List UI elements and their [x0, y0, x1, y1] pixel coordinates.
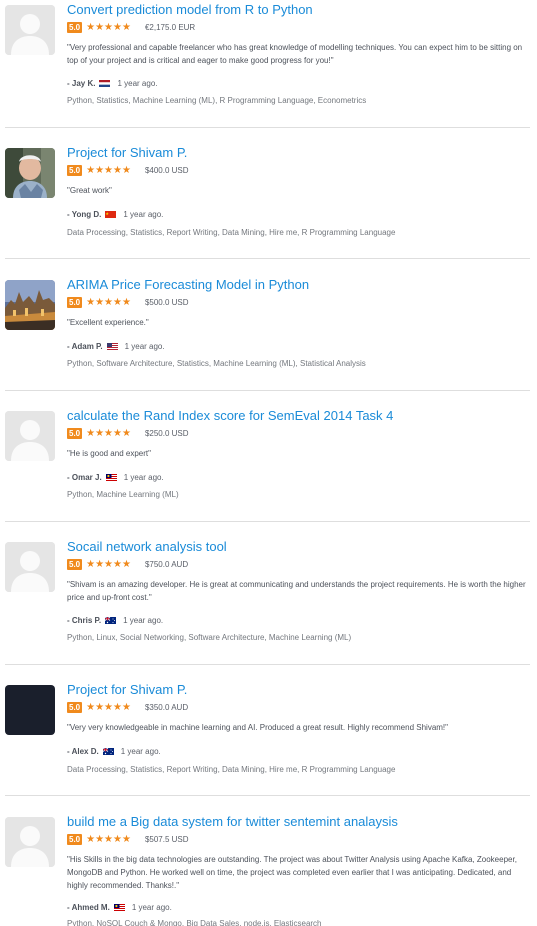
reviewer-name[interactable]: - Ahmed M.	[67, 903, 110, 912]
skills-list: Data Processing, Statistics, Report Writ…	[67, 765, 396, 774]
review-comment: "His Skills in the big data technologies…	[67, 855, 517, 890]
reviewer-name[interactable]: - Adam P.	[67, 342, 103, 351]
default-avatar-icon[interactable]	[5, 542, 55, 592]
star-rating-icon: ★★★★★	[86, 701, 131, 713]
review-item: Project for Shivam P. 5.0 ★★★★★ $350.0 A…	[0, 680, 530, 795]
reviewer-name[interactable]: - Omar J.	[67, 473, 102, 482]
review-time: 1 year ago.	[123, 615, 164, 625]
star-rating-icon: ★★★★★	[86, 164, 131, 176]
rating-badge: 5.0	[67, 21, 83, 33]
divider	[5, 127, 530, 128]
review-item: Convert prediction model from R to Pytho…	[0, 0, 530, 127]
skills-list: Python, Machine Learning (ML)	[67, 490, 179, 499]
au-flag-icon	[105, 616, 117, 624]
skills-list: Python, Statistics, Machine Learning (ML…	[67, 96, 367, 105]
reviewer-row: - Adam P. 1 year ago.	[67, 340, 165, 352]
reviewer-row: - Chris P. 1 year ago.	[67, 614, 163, 626]
reviewer-row: - Alex D. 1 year ago.	[67, 745, 161, 757]
my-flag-icon	[113, 903, 125, 911]
reviewer-name[interactable]: - Jay K.	[67, 79, 95, 88]
reviewer-row: - Omar J. 1 year ago.	[67, 471, 164, 483]
rating-row: 5.0 ★★★★★ $750.0 AUD	[67, 558, 188, 570]
divider	[5, 795, 530, 796]
project-title-link[interactable]: Convert prediction model from R to Pytho…	[67, 2, 313, 18]
default-avatar-icon[interactable]	[5, 411, 55, 461]
au-flag-icon	[102, 747, 114, 755]
reviewer-row: - Ahmed M. 1 year ago.	[67, 901, 172, 913]
rating-row: 5.0 ★★★★★ $507.5 USD	[67, 833, 189, 845]
divider	[5, 521, 530, 522]
rating-row: 5.0 ★★★★★ €2,175.0 EUR	[67, 21, 195, 33]
reviewer-photo-avatar[interactable]	[5, 685, 55, 735]
default-avatar-icon[interactable]	[5, 817, 55, 867]
project-amount: €2,175.0 EUR	[144, 22, 196, 32]
review-item: calculate the Rand Index score for SemEv…	[0, 406, 530, 521]
rating-badge: 5.0	[67, 296, 83, 308]
review-comment: "Excellent experience."	[67, 318, 149, 327]
project-amount: $507.5 USD	[144, 834, 189, 844]
skills-list: Python, NoSQL Couch & Mongo, Big Data Sa…	[67, 919, 322, 926]
reviewer-row: - Jay K. 1 year ago.	[67, 77, 158, 89]
my-flag-icon	[105, 473, 117, 481]
star-rating-icon: ★★★★★	[86, 558, 131, 570]
review-time: 1 year ago.	[123, 209, 164, 219]
project-amount: $250.0 USD	[144, 428, 189, 438]
divider	[5, 390, 530, 391]
rating-row: 5.0 ★★★★★ $250.0 USD	[67, 427, 189, 439]
review-comment: "He is good and expert"	[67, 449, 151, 458]
reviewer-name[interactable]: - Alex D.	[67, 747, 99, 756]
review-time: 1 year ago.	[117, 78, 158, 88]
project-amount: $350.0 AUD	[144, 702, 189, 712]
skills-list: Python, Software Architecture, Statistic…	[67, 359, 366, 368]
project-title-link[interactable]: ARIMA Price Forecasting Model in Python	[67, 277, 309, 293]
rating-badge: 5.0	[67, 427, 83, 439]
review-time: 1 year ago.	[123, 472, 164, 482]
divider	[5, 258, 530, 259]
rating-badge: 5.0	[67, 833, 83, 845]
rating-row: 5.0 ★★★★★ $350.0 AUD	[67, 701, 188, 713]
review-comment: "Great work"	[67, 186, 112, 195]
project-title-link[interactable]: calculate the Rand Index score for SemEv…	[67, 408, 393, 424]
reviews-list: Convert prediction model from R to Pytho…	[0, 0, 537, 926]
review-comment: "Very very knowledgeable in machine lear…	[67, 723, 448, 732]
star-rating-icon: ★★★★★	[86, 833, 131, 845]
review-comment: "Shivam is an amazing developer. He is g…	[67, 580, 526, 602]
skills-list: Data Processing, Statistics, Report Writ…	[67, 228, 396, 237]
review-item: build me a Big data system for twitter s…	[0, 812, 530, 926]
star-rating-icon: ★★★★★	[86, 21, 131, 33]
project-amount: $750.0 AUD	[144, 559, 189, 569]
nl-flag-icon	[99, 79, 111, 87]
divider	[5, 664, 530, 665]
project-amount: $500.0 USD	[144, 297, 189, 307]
project-title-link[interactable]: Socail network analysis tool	[67, 539, 227, 555]
reviewer-photo-avatar[interactable]	[5, 148, 55, 198]
rating-badge: 5.0	[67, 558, 83, 570]
rating-row: 5.0 ★★★★★ $500.0 USD	[67, 296, 189, 308]
star-rating-icon: ★★★★★	[86, 296, 131, 308]
reviewer-row: - Yong D. 1 year ago.	[67, 208, 163, 220]
skills-list: Python, Linux, Social Networking, Softwa…	[67, 633, 352, 642]
review-time: 1 year ago.	[120, 746, 161, 756]
star-rating-icon: ★★★★★	[86, 427, 131, 439]
review-time: 1 year ago.	[131, 902, 172, 912]
reviewer-name[interactable]: - Yong D.	[67, 210, 101, 219]
project-title-link[interactable]: Project for Shivam P.	[67, 145, 187, 161]
default-avatar-icon[interactable]	[5, 5, 55, 55]
review-item: ARIMA Price Forecasting Model in Python …	[0, 275, 530, 390]
review-item: Socail network analysis tool 5.0 ★★★★★ $…	[0, 537, 530, 664]
project-title-link[interactable]: build me a Big data system for twitter s…	[67, 814, 398, 830]
reviewer-photo-avatar[interactable]	[5, 280, 55, 330]
rating-badge: 5.0	[67, 701, 83, 713]
us-flag-icon	[106, 342, 118, 350]
review-comment: "Very professional and capable freelance…	[67, 43, 523, 65]
rating-row: 5.0 ★★★★★ $400.0 USD	[67, 164, 189, 176]
rating-badge: 5.0	[67, 164, 83, 176]
cn-flag-icon	[105, 210, 117, 218]
project-title-link[interactable]: Project for Shivam P.	[67, 682, 187, 698]
reviewer-name[interactable]: - Chris P.	[67, 616, 101, 625]
project-amount: $400.0 USD	[144, 165, 189, 175]
review-item: Project for Shivam P. 5.0 ★★★★★ $400.0 U…	[0, 143, 530, 258]
review-time: 1 year ago.	[124, 341, 165, 351]
